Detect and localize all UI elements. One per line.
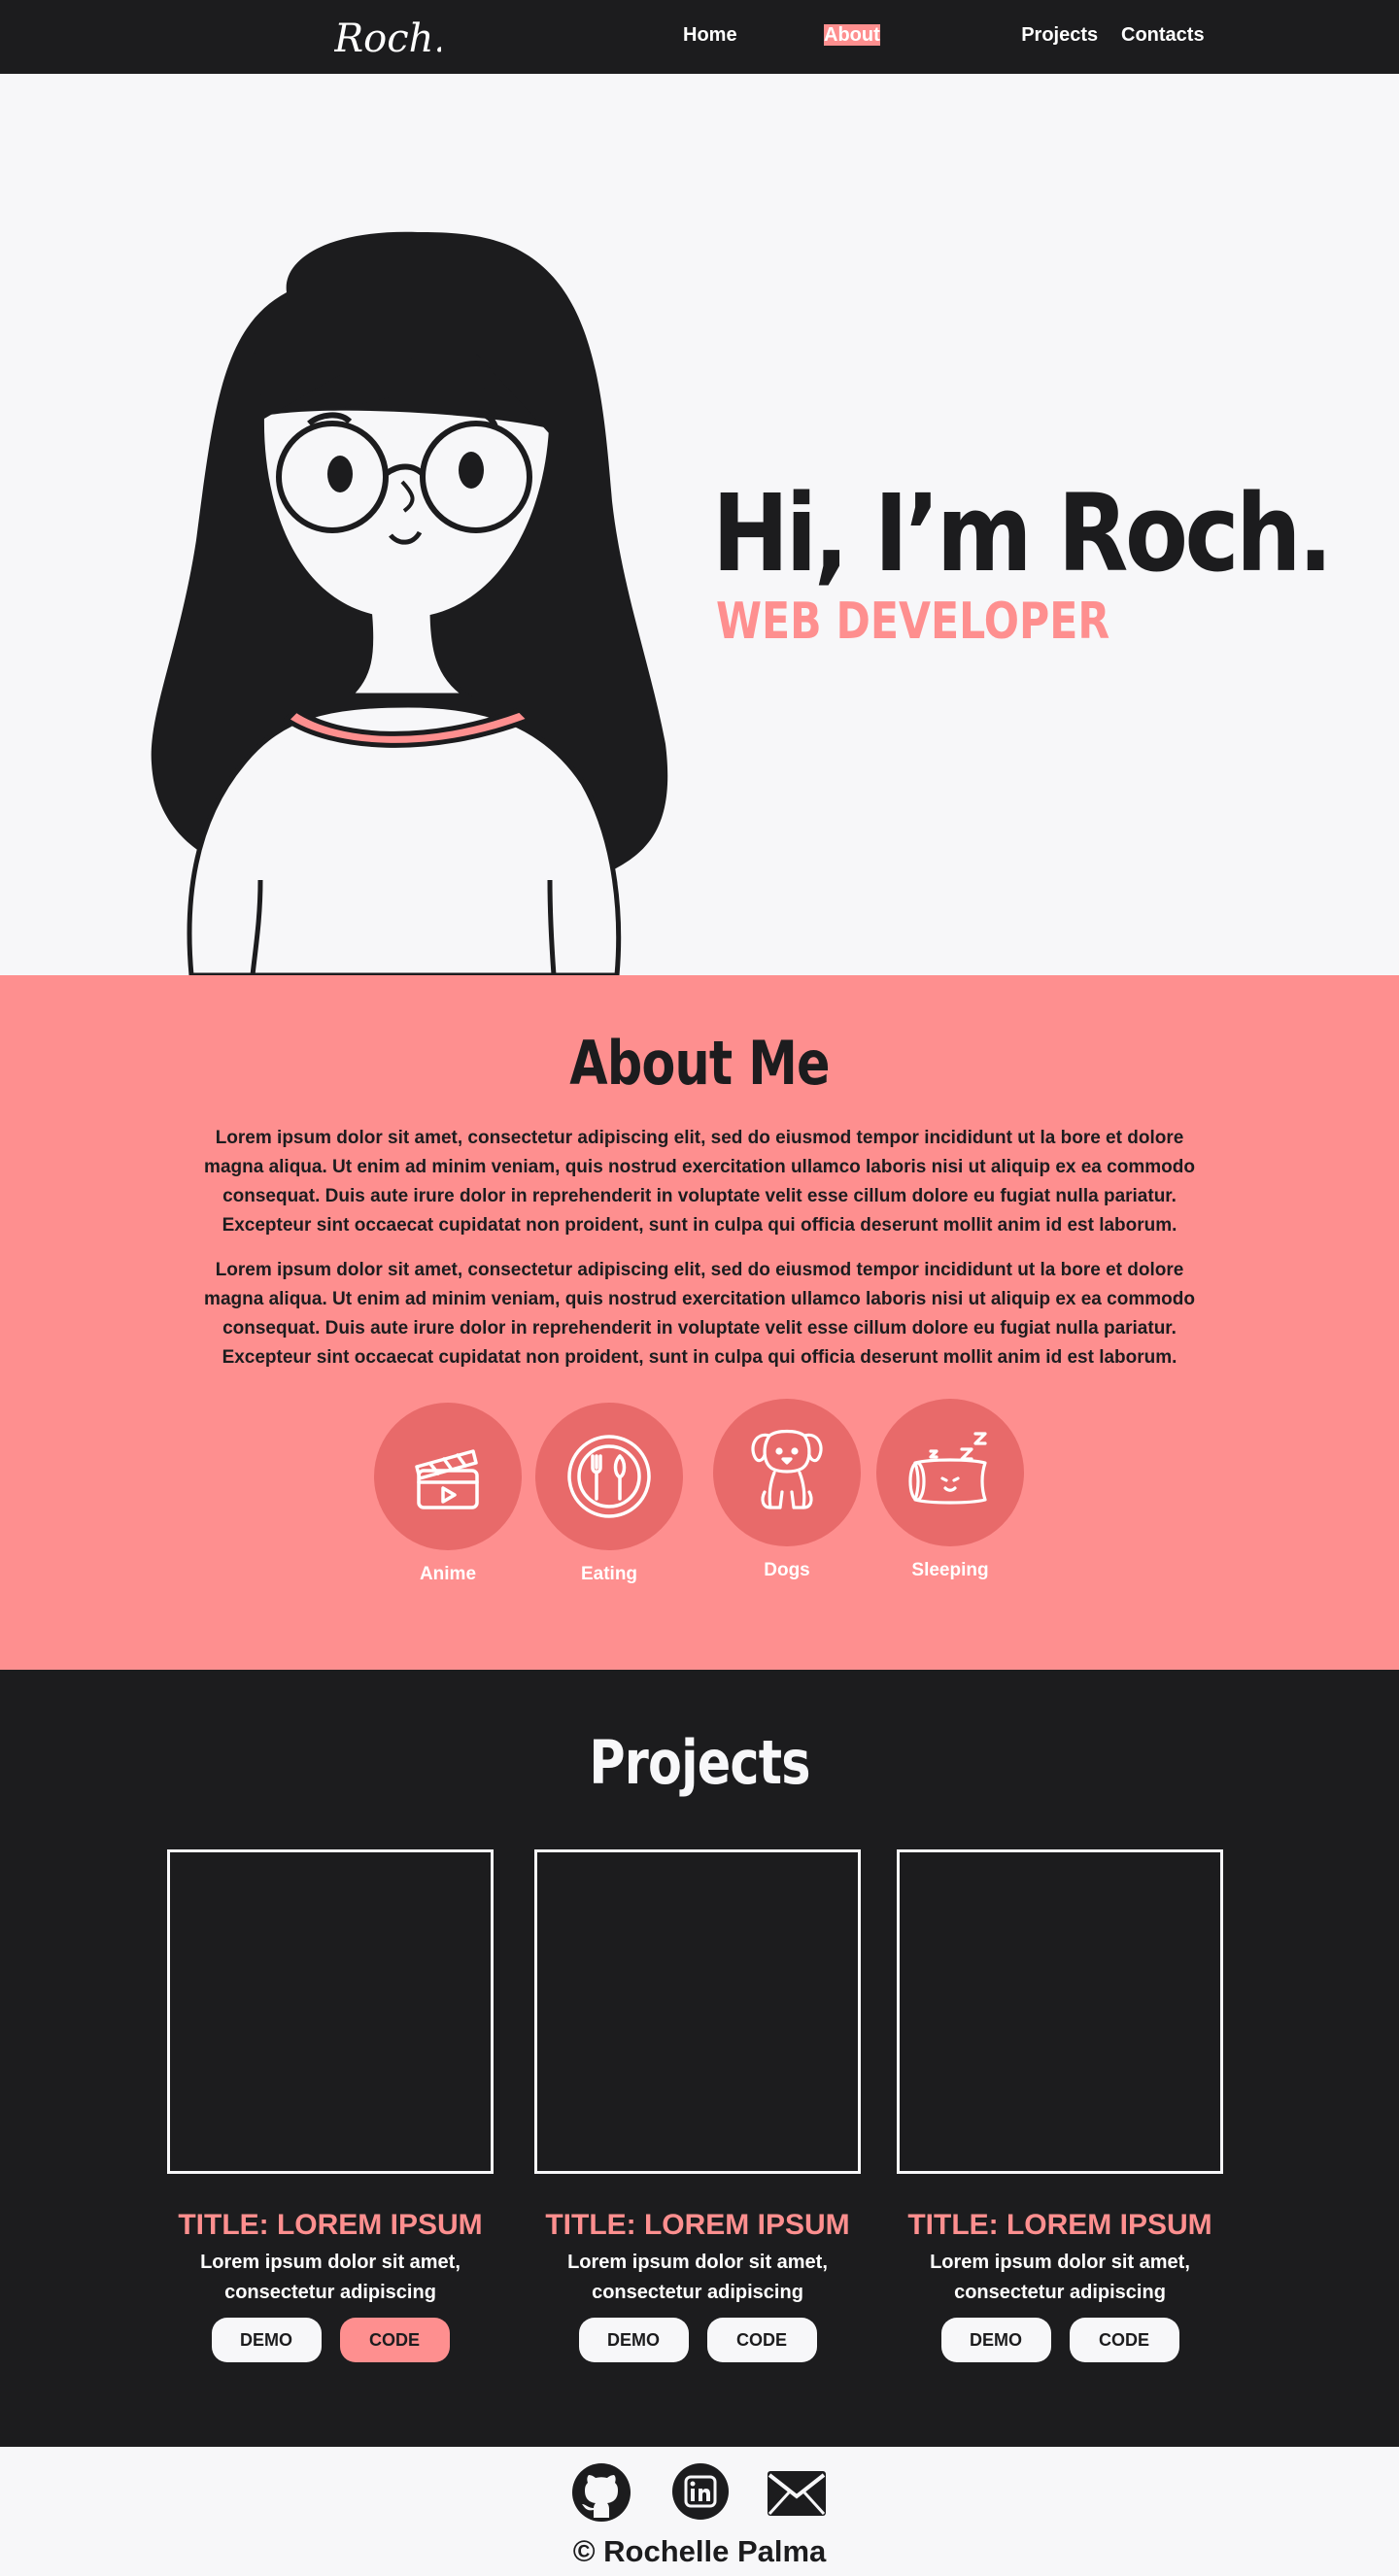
nav-link-home[interactable]: Home bbox=[683, 24, 737, 47]
project-thumbnail[interactable] bbox=[167, 1849, 494, 2174]
project-buttons: DEMO CODE bbox=[534, 2318, 861, 2362]
code-button[interactable]: CODE bbox=[706, 2318, 817, 2362]
project-buttons: DEMO CODE bbox=[897, 2318, 1223, 2362]
project-title: TITLE: LOREM IPSUM bbox=[178, 2209, 483, 2241]
nav-link-projects[interactable]: Projects bbox=[1021, 24, 1099, 46]
nav-link-contacts[interactable]: Contacts bbox=[1121, 24, 1205, 47]
hobby-eating: Eating bbox=[535, 1403, 683, 1585]
projects-section: Projects TITLE: LOREM IPSUM Lorem ipsum … bbox=[0, 1670, 1399, 2447]
github-icon[interactable] bbox=[572, 2463, 631, 2522]
hobby-label: Dogs bbox=[764, 1560, 810, 1580]
demo-button[interactable]: DEMO bbox=[940, 2318, 1051, 2362]
hobby-eating-circle bbox=[535, 1403, 683, 1550]
hobby-sleeping: Sleeping bbox=[876, 1399, 1024, 1581]
nav-links: Home About Projects Contacts bbox=[0, 0, 1399, 74]
about-paragraph: Lorem ipsum dolor sit amet, consectetur … bbox=[204, 1128, 1195, 1236]
project-card: TITLE: LOREM IPSUM Lorem ipsum dolor sit… bbox=[167, 1849, 494, 2362]
girl-illustration bbox=[151, 231, 668, 975]
about-section: About Me Lorem ipsum dolor sit amet, con… bbox=[0, 975, 1399, 1670]
code-button[interactable]: CODE bbox=[339, 2318, 450, 2362]
project-description: Lorem ipsum dolor sit amet, consectetur … bbox=[567, 2252, 828, 2303]
pillow-sleep-icon bbox=[908, 1432, 987, 1505]
copyright-text: © Rochelle Palma bbox=[572, 2534, 827, 2568]
hobby-label: Sleeping bbox=[911, 1560, 989, 1580]
hobby-anime-circle bbox=[374, 1403, 522, 1550]
project-title: TITLE: LOREM IPSUM bbox=[545, 2209, 850, 2241]
clapperboard-icon bbox=[415, 1449, 479, 1509]
demo-button[interactable]: DEMO bbox=[211, 2318, 322, 2362]
nav-link-about[interactable]: About bbox=[824, 24, 880, 46]
project-thumbnail[interactable] bbox=[897, 1849, 1223, 2174]
plate-cutlery-icon bbox=[567, 1435, 651, 1518]
project-card: TITLE: LOREM IPSUM Lorem ipsum dolor sit… bbox=[534, 1849, 861, 2362]
hobby-dogs: Dogs bbox=[713, 1399, 861, 1581]
project-description: Lorem ipsum dolor sit amet, consectetur … bbox=[930, 2252, 1190, 2303]
about-paragraph: Lorem ipsum dolor sit amet, consectetur … bbox=[204, 1260, 1195, 1368]
linkedin-icon[interactable] bbox=[672, 2463, 729, 2520]
project-card: TITLE: LOREM IPSUM Lorem ipsum dolor sit… bbox=[897, 1849, 1223, 2362]
project-description: Lorem ipsum dolor sit amet, consectetur … bbox=[200, 2252, 461, 2303]
about-title: About Me bbox=[569, 1028, 830, 1099]
project-buttons: DEMO CODE bbox=[167, 2318, 494, 2362]
hobby-anime: Anime bbox=[374, 1403, 522, 1585]
project-thumbnail[interactable] bbox=[534, 1849, 861, 2174]
code-button[interactable]: CODE bbox=[1069, 2318, 1179, 2362]
demo-button[interactable]: DEMO bbox=[578, 2318, 689, 2362]
hobby-label: Anime bbox=[419, 1564, 477, 1584]
hero-subtitle: WEB DEVELOPER bbox=[716, 593, 1110, 651]
projects-title: Projects bbox=[589, 1727, 810, 1798]
hobby-dogs-circle bbox=[713, 1399, 861, 1546]
hero-title: Hi, I’m Roch. bbox=[712, 471, 1333, 595]
hero-section: Hi, I’m Roch. WEB DEVELOPER bbox=[0, 74, 1399, 975]
mail-icon[interactable] bbox=[768, 2471, 826, 2516]
hobby-sleeping-circle bbox=[876, 1399, 1024, 1546]
dog-icon bbox=[751, 1429, 823, 1509]
project-title: TITLE: LOREM IPSUM bbox=[907, 2209, 1212, 2241]
footer: © Rochelle Palma bbox=[0, 2447, 1399, 2576]
top-nav: Roch.P Home About Projects Contacts bbox=[0, 0, 1399, 74]
hobby-label: Eating bbox=[580, 1564, 638, 1584]
